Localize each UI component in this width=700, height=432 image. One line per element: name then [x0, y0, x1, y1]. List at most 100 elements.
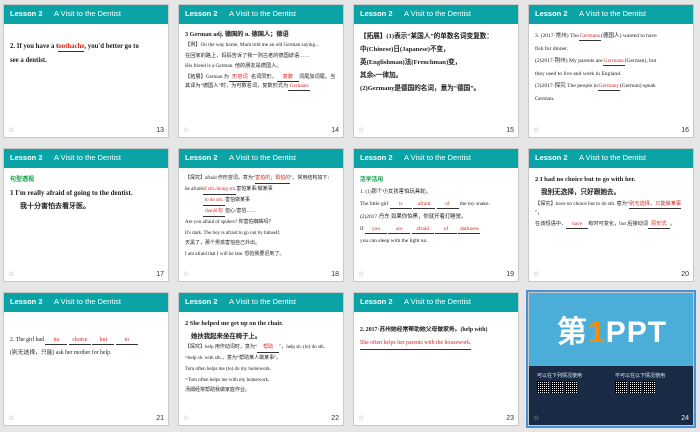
- slide-header: Lesson 2 A Visit to the Dentist: [529, 149, 693, 168]
- star-icon[interactable]: ☆: [8, 414, 14, 422]
- slide-number: 14: [331, 127, 339, 134]
- slide-body: 句型透视 1 I'm really afraid of going to the…: [10, 175, 162, 214]
- star-icon[interactable]: ☆: [8, 126, 14, 134]
- slide-thumbnail-20[interactable]: Lesson 2 A Visit to the Dentist 2 I had …: [528, 148, 694, 282]
- star-icon[interactable]: ☆: [358, 126, 364, 134]
- text: see a dentist.: [10, 57, 47, 64]
- slide-thumbnail-16[interactable]: Lesson 2 A Visit to the Dentist 3. (2017…: [528, 4, 694, 138]
- answer-blank: but: [92, 336, 115, 345]
- slide-thumbnail-23[interactable]: Lesson 2 A Visit to the Dentist 2. 2017·…: [353, 292, 519, 426]
- lesson-title: A Visit to the Dentist: [54, 297, 121, 306]
- text: His friend is a German. 他的朋友是德国人。: [185, 63, 282, 70]
- star-icon[interactable]: ☆: [533, 414, 539, 422]
- lesson-title: A Visit to the Dentist: [229, 9, 296, 18]
- answer-blank: to: [115, 336, 138, 345]
- text: I am afraid that I will be late. 恐怕我要迟到了…: [185, 251, 285, 257]
- slide-header: Lesson 2 A Visit to the Dentist: [179, 293, 343, 312]
- answer-blank: is: [389, 200, 412, 210]
- text: (2)Germany是德国的名词，意为“德国”。: [360, 85, 481, 92]
- lesson-tag: Lesson 2: [535, 9, 568, 18]
- text: 【探究】help 用作动词时，意为“: [185, 345, 258, 350]
- slide-thumbnail-24[interactable]: 第1PPT 可以在下列情况使用 不可以在以下情况使用 ☆ 24: [526, 290, 696, 428]
- text: 中(Chinese)日(Japanese)不变，: [360, 46, 450, 53]
- lesson-tag: Lesson 2: [360, 297, 393, 306]
- text: =help sb. with sth.，意为“帮助某人做某事”。: [185, 356, 282, 361]
- slide-thumbnail-22[interactable]: Lesson 2 A Visit to the Dentist 2 She he…: [178, 292, 344, 426]
- answer-blank: afraid: [411, 225, 434, 234]
- slide-thumbnail-13[interactable]: Lesson 2 A Visit to the Dentist 2. If yo…: [3, 4, 169, 138]
- text: =Tom often helps me with my homework.: [185, 377, 270, 383]
- slide-body: 【探究】afraid 作形容词，意为“害怕的；惧怕的”。常用结构如下： be a…: [185, 175, 337, 261]
- star-icon[interactable]: ☆: [533, 126, 539, 134]
- star-icon[interactable]: ☆: [358, 414, 364, 422]
- slide-header: Lesson 2 A Visit to the Dentist: [529, 5, 693, 24]
- text: 她扶我起来坐在椅子上。: [191, 333, 262, 340]
- answer-blank: 复数: [276, 73, 299, 82]
- slide-header: Lesson 2 A Visit to the Dentist: [179, 5, 343, 24]
- star-icon[interactable]: ☆: [183, 126, 189, 134]
- lesson-tag: Lesson 2: [185, 153, 218, 162]
- lesson-tag: Lesson 2: [185, 297, 218, 306]
- answer-blank: Germans: [288, 82, 311, 91]
- text: 1 I'm really afraid of going to the dent…: [10, 189, 133, 197]
- text: 其余s一律加。: [360, 72, 403, 79]
- text: (2)2017·荆州) My parents are: [535, 58, 603, 65]
- lesson-tag: Lesson 2: [185, 9, 218, 18]
- usage-panel: 可以在下列情况使用 不可以在以下情况使用: [529, 366, 693, 425]
- slide-number: 13: [156, 127, 164, 134]
- text: It's dark. The boy is afraid to go out b…: [185, 230, 281, 236]
- slide-number: 20: [681, 271, 689, 278]
- logo-part: 第: [557, 316, 588, 349]
- slide-body: 2. The girl had no choice but to (别无选择，只…: [10, 335, 162, 361]
- section-label: 活学活用: [360, 177, 384, 183]
- answer-blank: 害怕的；惧怕的: [255, 175, 291, 184]
- slide-thumbnail-18[interactable]: Lesson 2 A Visit to the Dentist 【探究】afra…: [178, 148, 344, 282]
- slide-body: 2. 2017·苏州她经常帮助她父母做家务。(help with) She of…: [360, 325, 512, 352]
- text: fish for dinner.: [535, 45, 569, 52]
- slide-sorter-grid: Lesson 2 A Visit to the Dentist 2. If yo…: [0, 0, 700, 432]
- logo-banner: 第1PPT: [529, 293, 693, 366]
- slide-number: 16: [681, 127, 689, 134]
- lesson-tag: Lesson 2: [10, 297, 43, 306]
- slide-header: Lesson 2 A Visit to the Dentist: [354, 149, 518, 168]
- slide-number: 19: [506, 271, 514, 278]
- lesson-title: A Visit to the Dentist: [404, 153, 471, 162]
- slide-thumbnail-19[interactable]: Lesson 2 A Visit to the Dentist 活学活用 1. …: [353, 148, 519, 282]
- text: ”，: [535, 210, 543, 216]
- text: 我十分害怕去看牙医。: [20, 202, 90, 210]
- text: Tom often helps me (to) do my homework.: [185, 366, 272, 372]
- star-icon[interactable]: ☆: [183, 270, 189, 278]
- text: 我别无选择，只好跟她去。: [541, 189, 621, 196]
- allowed-usage: 可以在下列情况使用: [537, 372, 607, 395]
- text: 2. The girl had: [10, 337, 45, 343]
- text: 名词同形，: [250, 73, 277, 80]
- slide-thumbnail-14[interactable]: Lesson 2 A Visit to the Dentist 3 German…: [178, 4, 344, 138]
- lesson-title: A Visit to the Dentist: [579, 153, 646, 162]
- heading: 3 German adj. 德国的 n. 德国人；德语: [185, 31, 289, 38]
- logo-part: 1: [588, 316, 606, 349]
- answer-blank: no: [45, 336, 68, 345]
- answer-blank: choice: [68, 336, 91, 345]
- slide-thumbnail-21[interactable]: Lesson 2 A Visit to the Dentist 2. The g…: [3, 292, 169, 426]
- star-icon[interactable]: ☆: [533, 270, 539, 278]
- slide-thumbnail-15[interactable]: Lesson 2 A Visit to the Dentist 【拓展】(1)表…: [353, 4, 519, 138]
- lesson-title: A Visit to the Dentist: [579, 9, 646, 18]
- star-icon[interactable]: ☆: [8, 270, 14, 278]
- answer-blank: oothache: [58, 43, 85, 52]
- forbidden-usage: 不可以在以下情况使用: [615, 372, 685, 395]
- star-icon[interactable]: ☆: [183, 414, 189, 422]
- slide-number: 17: [156, 271, 164, 278]
- star-icon[interactable]: ☆: [358, 270, 364, 278]
- text: 【探究】afraid 作形容词，意为“: [185, 176, 256, 181]
- slide-header: Lesson 2 A Visit to the Dentist: [179, 149, 343, 168]
- text: 天黑了，那个男孩害怕自己外出。: [185, 241, 261, 247]
- text: 【拓展】(1)表示“某国人”的单数名词变复数：: [360, 33, 493, 40]
- slide-thumbnail-17[interactable]: Lesson 2 A Visit to the Dentist 句型透视 1 I…: [3, 148, 169, 282]
- answer-blank: are: [388, 225, 411, 234]
- qr-code-icon: [551, 381, 563, 393]
- answer-line: She often helps her parents with the hou…: [360, 338, 472, 350]
- text: 2. 2017·苏州她经常帮助她父母做家务。(help with): [360, 327, 488, 333]
- slide-number: 23: [506, 415, 514, 422]
- lesson-tag: Lesson 2: [10, 9, 43, 18]
- text: 【探究】have no choice but to do sth. 意为“: [535, 201, 630, 207]
